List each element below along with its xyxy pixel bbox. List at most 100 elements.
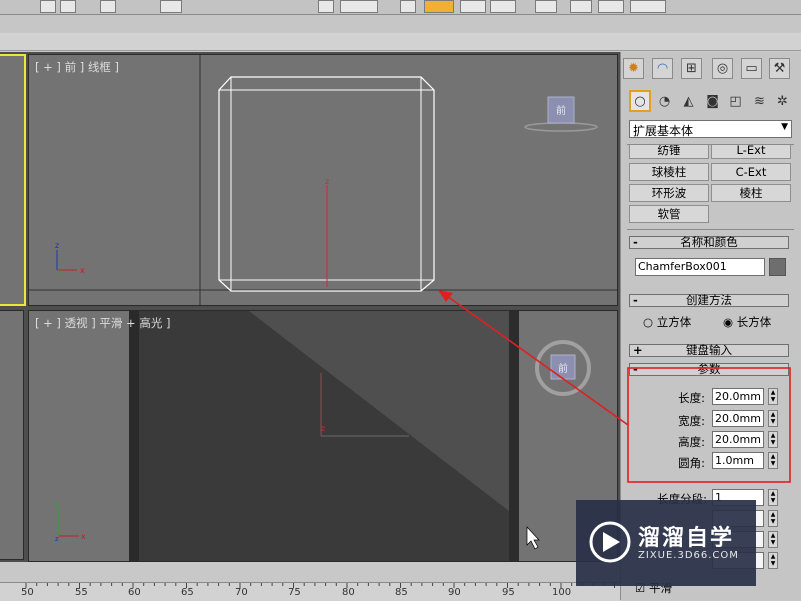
toolbar-button[interactable] xyxy=(490,0,516,13)
watermark-url: ZIXUE.3D66.COM xyxy=(638,550,739,561)
toolbar-button[interactable] xyxy=(60,0,76,13)
display-icon[interactable]: ▭ xyxy=(741,58,762,79)
rollout-expand-sign: + xyxy=(633,343,643,357)
ruler-number: 70 xyxy=(235,587,248,598)
create-icon[interactable]: ✹ xyxy=(623,58,644,79)
viewport-area: [ + ] 前 ] 线框 ] z z x y 前 z y x z 前 [+]… xyxy=(0,52,620,562)
height-field[interactable]: 20.0mm xyxy=(712,431,764,448)
systems-icon[interactable]: ✲ xyxy=(772,91,793,112)
radio-cube[interactable]: ○ 立方体 xyxy=(643,314,691,330)
snap-toggle-button[interactable] xyxy=(424,0,454,13)
toolbar-strip xyxy=(0,15,801,33)
fillet-label: 圆角: xyxy=(678,456,705,470)
geometry-icon[interactable]: ○ xyxy=(629,90,651,112)
height-label: 高度: xyxy=(678,435,705,449)
ruler-number: 95 xyxy=(502,587,515,598)
cameras-icon[interactable]: ◙ xyxy=(702,91,723,112)
creation-method-title: 创建方法 xyxy=(686,293,732,307)
svg-text:z: z xyxy=(55,535,59,543)
c-ext-button[interactable]: C-Ext xyxy=(711,163,791,181)
bottom-left-viewport[interactable] xyxy=(0,310,24,560)
spacewarps-icon[interactable]: ≋ xyxy=(749,91,770,112)
svg-text:z: z xyxy=(55,241,59,250)
creation-method-rollout-header[interactable]: - 创建方法 xyxy=(629,294,789,307)
width-label: 宽度: xyxy=(678,414,705,428)
length-field[interactable]: 20.0mm xyxy=(712,388,764,405)
toolbar-button[interactable] xyxy=(160,0,182,13)
length-segments-spinner[interactable]: ▲ ▼ xyxy=(768,489,778,506)
radio-box[interactable]: ◉ 长方体 xyxy=(723,314,771,330)
keyboard-entry-title: 键盘输入 xyxy=(686,343,732,357)
main-toolbar xyxy=(0,0,801,15)
fillet-spinner[interactable]: ▲ ▼ xyxy=(768,452,778,469)
toolbar-button[interactable] xyxy=(400,0,416,13)
perspective-viewport[interactable]: z y x z 前 [ + ] 透视 ] 平滑 + 高光 ] xyxy=(28,310,618,562)
ruler-ticks xyxy=(25,583,615,588)
svg-text:x: x xyxy=(80,266,85,275)
front-viewport-canvas: z z x y 前 xyxy=(29,55,617,305)
height-segments-spinner[interactable]: ▲ ▼ xyxy=(768,531,778,548)
radio-unselected-icon: ○ xyxy=(643,315,654,329)
utilities-icon[interactable]: ⚒ xyxy=(769,58,790,79)
object-name-field[interactable]: ChamferBox001 xyxy=(635,258,765,276)
ruler-number: 90 xyxy=(448,587,461,598)
watermark-title: 溜溜自学 xyxy=(638,526,735,551)
svg-text:x: x xyxy=(81,532,86,541)
rollout-collapse-sign: - xyxy=(633,293,638,307)
toolbar-button[interactable] xyxy=(570,0,592,13)
toolbar-button[interactable] xyxy=(40,0,56,13)
object-color-swatch[interactable] xyxy=(769,258,786,276)
object-type-rollout: 纺锤 L-Ext 球棱柱 C-Ext 环形波 棱柱 软管 xyxy=(627,144,794,230)
prism-button[interactable]: 棱柱 xyxy=(711,184,791,202)
width-field[interactable]: 20.0mm xyxy=(712,410,764,427)
shapes-icon[interactable]: ◔ xyxy=(654,91,675,112)
perspective-viewport-canvas: z y x z 前 xyxy=(55,311,617,561)
modify-icon[interactable]: ◠ xyxy=(652,58,673,79)
svg-text:前: 前 xyxy=(556,104,566,117)
keyboard-entry-rollout-header[interactable]: + 键盘输入 xyxy=(629,344,789,357)
radio-selected-icon: ◉ xyxy=(723,315,734,329)
toolbar-button[interactable] xyxy=(340,0,378,13)
watermark: 溜溜自学 ZIXUE.3D66.COM xyxy=(576,500,756,586)
height-spinner[interactable]: ▲ ▼ xyxy=(768,431,778,448)
svg-text:前: 前 xyxy=(558,362,568,375)
viewcube-ring xyxy=(524,122,598,132)
helpers-icon[interactable]: ◰ xyxy=(725,91,746,112)
parameters-rollout-header[interactable]: - 参数 xyxy=(629,363,789,376)
fillet-field[interactable]: 1.0mm xyxy=(712,452,764,469)
spindle-button[interactable]: 纺锤 xyxy=(629,145,709,159)
toolbar-button[interactable] xyxy=(535,0,557,13)
name-color-title: 名称和颜色 xyxy=(680,235,738,249)
name-color-rollout-header[interactable]: - 名称和颜色 xyxy=(629,236,789,249)
top-left-viewport-active[interactable] xyxy=(0,54,26,306)
motion-icon[interactable]: ◎ xyxy=(712,58,733,79)
watermark-logo-icon xyxy=(589,521,631,563)
toolbar-button[interactable] xyxy=(460,0,486,13)
front-viewport[interactable]: [ + ] 前 ] 线框 ] z z x y 前 xyxy=(28,54,618,306)
ringwave-button[interactable]: 环形波 xyxy=(629,184,709,202)
toolbar-button[interactable] xyxy=(100,0,116,13)
track-bar-ruler[interactable]: 50 55 60 65 70 75 80 85 90 95 100 xyxy=(0,582,620,601)
hose-button[interactable]: 软管 xyxy=(629,205,709,223)
gengon-button[interactable]: 球棱柱 xyxy=(629,163,709,181)
toolbar-button[interactable] xyxy=(318,0,334,13)
ruler-number: 55 xyxy=(75,587,88,598)
ruler-number: 75 xyxy=(288,587,301,598)
category-dropdown[interactable]: 扩展基本体 ▼ xyxy=(629,120,792,138)
length-spinner[interactable]: ▲ ▼ xyxy=(768,388,778,405)
parameters-title: 参数 xyxy=(697,362,721,376)
svg-text:z: z xyxy=(325,177,329,186)
ruler-number: 60 xyxy=(128,587,141,598)
toolbar-button[interactable] xyxy=(598,0,624,13)
width-segments-spinner[interactable]: ▲ ▼ xyxy=(768,510,778,527)
rollout-collapse-sign: - xyxy=(633,235,638,249)
perspective-viewport-label[interactable]: [ + ] 透视 ] 平滑 + 高光 ] xyxy=(35,315,170,331)
ruler-number: 50 xyxy=(21,587,34,598)
width-spinner[interactable]: ▲ ▼ xyxy=(768,410,778,427)
hierarchy-icon[interactable]: ⊞ xyxy=(681,58,702,79)
ruler-number: 85 xyxy=(395,587,408,598)
toolbar-button[interactable] xyxy=(630,0,666,13)
fillet-segments-spinner[interactable]: ▲ ▼ xyxy=(768,552,778,569)
lights-icon[interactable]: ◭ xyxy=(678,91,699,112)
l-ext-button[interactable]: L-Ext xyxy=(711,145,791,159)
